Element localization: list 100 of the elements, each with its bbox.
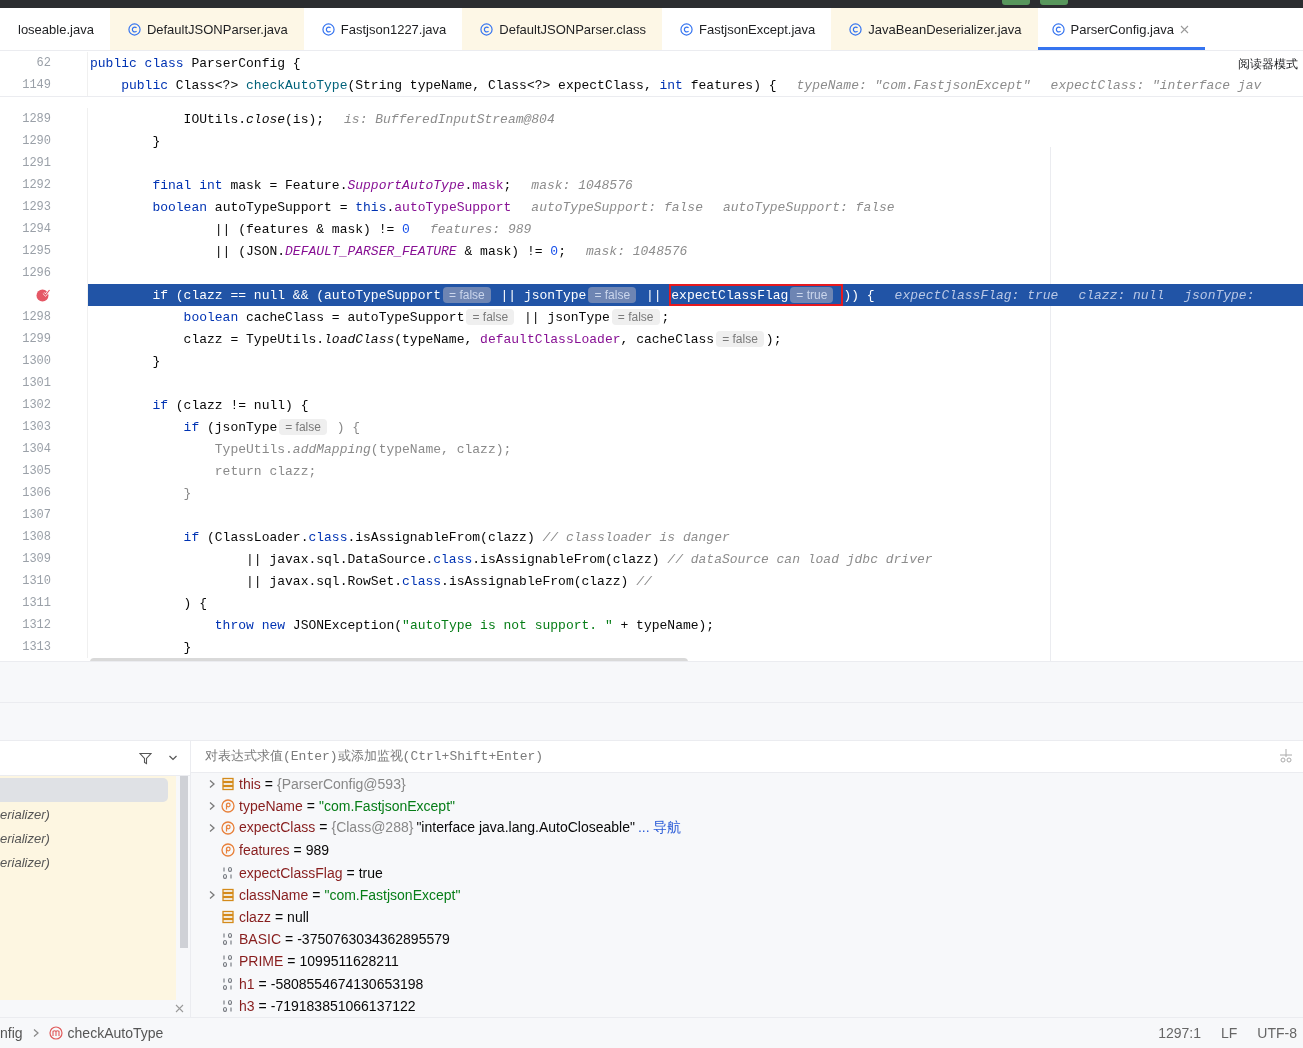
variable-entry[interactable]: BASIC = -3750763034362895579	[239, 931, 453, 948]
toolbar-button[interactable]	[1002, 0, 1030, 5]
inline-debug-value: features: 989	[429, 221, 532, 237]
inline-value-hint: = false	[279, 419, 327, 435]
method-icon	[48, 1026, 63, 1040]
code-text: if (ClassLoader.class.isAssignableFrom(clazz) // classloader is danger	[182, 529, 730, 545]
breadcrumb-item[interactable]: nfig	[0, 1025, 23, 1041]
line-number: 1307	[21, 508, 51, 522]
tab-label: ParserConfig.java	[1070, 21, 1174, 37]
stacked-bars-icon	[221, 887, 235, 902]
filter-icon[interactable]	[139, 751, 152, 765]
code-text: }	[182, 639, 192, 655]
line-number: 1302	[21, 398, 51, 412]
line-number: 1295	[21, 244, 51, 258]
inline-debug-value: expectClassFlag: true	[894, 287, 1059, 303]
expand-chevron-icon[interactable]	[207, 778, 217, 789]
class-icon	[680, 22, 693, 36]
class-icon	[849, 22, 863, 36]
tab-label: Fastjson1227.java	[340, 21, 447, 37]
line-number: 1312	[21, 618, 51, 632]
inline-debug-value: jsonType:	[1184, 287, 1255, 303]
variable-entry[interactable]: className = "com.FastjsonExcept"	[239, 886, 464, 903]
binary-digits-icon	[221, 954, 235, 969]
line-number: 1300	[21, 354, 51, 368]
variable-entry[interactable]: h3 = -719183851066137122	[239, 997, 419, 1014]
binary-digits-icon	[221, 865, 235, 880]
line-number: 1293	[21, 200, 51, 214]
code-text: }	[151, 353, 161, 369]
expand-chevron-icon[interactable]	[207, 823, 217, 834]
inline-debug-value: is: BufferedInputStream@804	[344, 111, 555, 127]
inline-value-hint: = false	[611, 309, 660, 325]
stack-frame[interactable]: erializer)	[0, 850, 168, 874]
stacked-bars-icon	[221, 776, 235, 791]
inline-debug-value: expectClass: "interface jav	[1050, 77, 1262, 93]
breakpoint-icon[interactable]	[35, 287, 51, 303]
variable-entry[interactable]: PRIME = 1099511628211	[239, 953, 402, 970]
evaluate-input[interactable]: 对表达式求值(Enter)或添加监视(Ctrl+Shift+Enter)	[203, 747, 1279, 765]
line-ending[interactable]: LF	[1221, 1025, 1238, 1041]
close-icon[interactable]	[175, 1004, 184, 1013]
evaluate-field[interactable]: 对表达式求值(Enter)或添加监视(Ctrl+Shift+Enter)	[191, 741, 1303, 773]
inline-value-hint: = true	[790, 287, 834, 303]
toolbar-button[interactable]	[1040, 0, 1068, 5]
line-number: 1289	[21, 112, 51, 126]
variable-entry[interactable]: h1 = -5808554674130653198	[239, 975, 427, 992]
variable-entry[interactable]: expectClass = {Class@288} "interface java.lang.AutoCloseable" ... 导航	[239, 819, 685, 838]
dropdown-chevron-icon[interactable]	[168, 753, 178, 763]
class-icon	[127, 22, 141, 36]
line-number: 1311	[21, 596, 51, 610]
inline-debug-value: typeName: "com.FastjsonExcept"	[796, 77, 1031, 93]
code-text: || javax.sql.DataSource.class.isAssignableFrom(clazz) // dataSource can load jdbc driver	[245, 551, 933, 567]
inline-debug-value: autoTypeSupport: false	[531, 199, 703, 215]
code-text: }	[182, 485, 192, 501]
variable-entry[interactable]: this = {ParserConfig@593}	[239, 775, 409, 792]
parameter-icon	[221, 821, 235, 836]
stack-frame[interactable]: erializer)	[0, 826, 168, 850]
editor-tab[interactable]: DefaultJSONParser.java	[109, 8, 304, 50]
code-text: final int mask = Feature.SupportAutoType.mask;	[151, 177, 512, 193]
file-encoding[interactable]: UTF-8	[1257, 1025, 1297, 1041]
editor-tab[interactable]: DefaultJSONParser.class	[462, 8, 662, 50]
code-text: public class ParserConfig {	[90, 55, 301, 71]
breadcrumb-item[interactable]: checkAutoType	[67, 1025, 164, 1041]
tab-label: DefaultJSONParser.class	[499, 21, 646, 37]
line-number: 1310	[21, 574, 51, 588]
variable-entry[interactable]: features = 989	[239, 842, 333, 859]
inline-value-hint: = false	[716, 331, 764, 347]
binary-digits-icon	[221, 932, 235, 947]
cursor-position[interactable]: 1297:1	[1158, 1025, 1201, 1041]
tab-label: DefaultJSONParser.java	[146, 21, 288, 37]
code-text: clazz = TypeUtils.loadClass(typeName, defaultClassLoader, cacheClass	[182, 331, 715, 347]
reader-mode-link[interactable]: 阅读器模式	[1238, 56, 1298, 73]
stack-frame[interactable]: erializer)	[0, 802, 168, 826]
line-number: 1301	[21, 376, 51, 390]
line-number: 1299	[21, 332, 51, 346]
code-text: || jsonType	[499, 287, 587, 303]
line-number: 1290	[21, 134, 51, 148]
tab-label: FastjsonExcept.java	[699, 21, 816, 37]
vertical-scrollbar[interactable]	[180, 776, 188, 948]
expand-chevron-icon[interactable]	[207, 889, 217, 900]
line-number: 1308	[21, 530, 51, 544]
editor-tab[interactable]: JavaBeanDeserializer.java	[831, 8, 1038, 50]
variable-entry[interactable]: expectClassFlag = true	[239, 864, 386, 881]
inline-debug-value: clazz: null	[1078, 287, 1165, 303]
class-icon	[321, 22, 335, 36]
expand-chevron-icon[interactable]	[207, 800, 217, 811]
line-number: 1306	[21, 486, 51, 500]
class-icon	[1051, 22, 1065, 36]
code-text: ||	[644, 287, 663, 303]
class-icon	[480, 22, 494, 36]
line-number: 1304	[21, 442, 51, 456]
code-text: if (clazz == null && (autoTypeSupport	[151, 287, 442, 303]
parameter-icon	[221, 798, 235, 813]
glasses-icon[interactable]	[1279, 749, 1293, 764]
variable-entry[interactable]: clazz = null	[239, 909, 312, 925]
inline-debug-value: mask: 1048576	[531, 177, 633, 193]
line-number: 1294	[21, 222, 51, 236]
inline-value-hint: = false	[588, 287, 637, 303]
variable-entry[interactable]: typeName = "com.FastjsonExcept"	[239, 797, 458, 814]
code-text: || javax.sql.RowSet.class.isAssignableFrom(clazz) //	[245, 573, 652, 589]
code-text: TypeUtils.addMapping(typeName, clazz);	[213, 441, 512, 457]
close-icon[interactable]	[1179, 24, 1189, 34]
